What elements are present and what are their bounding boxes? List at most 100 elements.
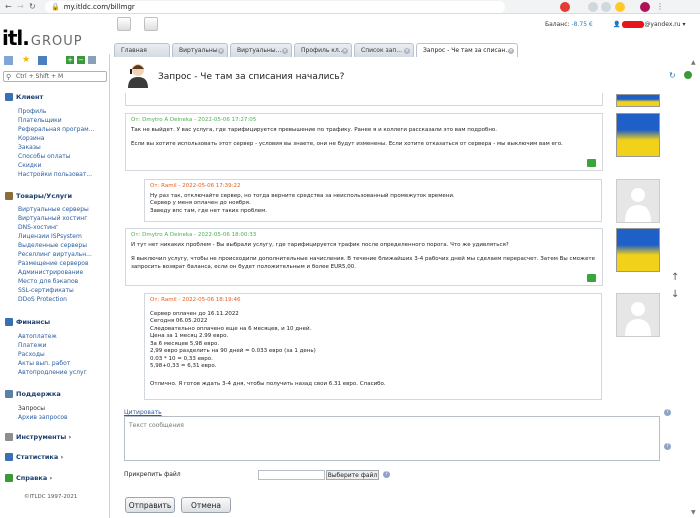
add-icon[interactable]: +	[66, 56, 74, 64]
help-icon[interactable]: ?	[664, 409, 671, 416]
extension-icon[interactable]	[615, 2, 625, 12]
search-placeholder: Ctrl + Shift + M	[16, 73, 64, 80]
section-support[interactable]: Поддержка	[5, 390, 61, 398]
tab-profile[interactable]: Профиль кл... ×	[294, 43, 352, 57]
attachment-icon[interactable]	[587, 159, 596, 167]
sidebar-item-autorenew[interactable]: Автопродление услуг	[18, 369, 87, 376]
sidebar-item-requests[interactable]: Запросы	[18, 405, 45, 412]
extension-icon[interactable]	[588, 2, 598, 12]
home-button[interactable]	[117, 17, 131, 31]
user-icon: 👤	[613, 21, 621, 28]
scroll-up-arrow-icon[interactable]: ▲	[691, 59, 696, 66]
close-icon[interactable]: ×	[282, 48, 288, 54]
tools-icon[interactable]	[88, 56, 96, 64]
search-input[interactable]: ⚲ Ctrl + Shift + M	[3, 71, 107, 82]
section-help[interactable]: Справка ›	[5, 474, 52, 482]
forward-icon[interactable]: →	[17, 2, 24, 12]
message-line: И тут нет никаких проблем - Вы выбрали у…	[131, 241, 509, 248]
sidebar-item-orders[interactable]: Заказы	[18, 144, 41, 151]
book-icon[interactable]	[38, 56, 47, 65]
message-line: 5,98+0,33 = 6,31 евро.	[150, 363, 217, 369]
sidebar-item-user-settings[interactable]: Настройки пользоват...	[18, 171, 92, 178]
section-tools[interactable]: Инструменты ›	[5, 433, 71, 441]
extension-icon[interactable]	[560, 2, 570, 12]
tab-ticket[interactable]: Запрос - Че там за списан... ×	[416, 43, 518, 58]
help-icon[interactable]: ?	[383, 471, 390, 478]
sidebar-item-requests-archive[interactable]: Архив запросов	[18, 414, 68, 421]
section-title: Товары/Услуги	[16, 192, 73, 200]
attachment-icon[interactable]	[587, 274, 596, 282]
sidebar-item-colocation[interactable]: Размещение серверов	[18, 260, 89, 267]
close-icon[interactable]: ×	[508, 48, 514, 54]
cite-link[interactable]: Цитировать	[124, 409, 162, 416]
sidebar-item-discounts[interactable]: Скидки	[18, 162, 41, 169]
logo-text: itl.	[2, 26, 30, 50]
message-line: Ну раз так, отключайте сервер, но тогда …	[150, 192, 455, 199]
sidebar-item-expenses[interactable]: Расходы	[18, 351, 45, 358]
sidebar-item-payers[interactable]: Плательщики	[18, 117, 62, 124]
sidebar-item-autopay[interactable]: Автоплатеж	[18, 333, 57, 340]
address-bar[interactable]: 🔒 my.itldc.com/billmgr	[45, 1, 505, 13]
remove-icon[interactable]: −	[77, 56, 85, 64]
cancel-button[interactable]: Отмена	[181, 497, 231, 513]
message-line: За 6 месяцев 5,98 евро.	[150, 340, 220, 347]
close-icon[interactable]: ×	[404, 48, 410, 54]
sidebar-item-dedicated[interactable]: Выделенные серверы	[18, 242, 87, 249]
finance-icon	[5, 318, 13, 326]
message-header: От: Dmytro A Deineka - 2022-05-06 17:27:…	[131, 117, 257, 123]
section-title: Статистика ›	[16, 453, 64, 461]
sidebar-item-ssl[interactable]: SSL-сертификаты	[18, 287, 74, 294]
close-icon[interactable]: ×	[342, 48, 348, 54]
sidebar-item-profile[interactable]: Профиль	[18, 108, 46, 115]
section-statistics[interactable]: Статистика ›	[5, 453, 63, 461]
page-scrollbar[interactable]: ▲ ▼	[690, 59, 698, 518]
tab-vps-1[interactable]: Виртуальны... ×	[172, 43, 228, 57]
scroll-down-icon[interactable]: ↓	[671, 289, 679, 300]
submit-button[interactable]: Отправить	[125, 497, 175, 513]
tab-home[interactable]: Главная	[114, 43, 170, 57]
sidebar-item-backup[interactable]: Место для бэкапов	[18, 278, 78, 285]
message-textarea[interactable]: Текст сообщения	[124, 416, 660, 461]
scroll-down-arrow-icon[interactable]: ▼	[691, 509, 696, 516]
message-line: 2,99 евро разделить на 90 дней = 0.033 е…	[150, 348, 316, 354]
sidebar-item-reselling[interactable]: Реселлинг виртуальн...	[18, 251, 92, 258]
sidebar-item-cart[interactable]: Корзина	[18, 135, 44, 142]
alert-button[interactable]	[144, 17, 158, 31]
section-client[interactable]: Клиент	[5, 93, 43, 101]
message-line: запросить возврат баланса, если он будет…	[131, 263, 356, 270]
sidebar-item-acts[interactable]: Акты вып. работ	[18, 360, 70, 367]
tab-requests[interactable]: Список зап... ×	[354, 43, 414, 57]
message-line: Заведу впс там, где нет таких проблем.	[150, 207, 268, 214]
help-icon[interactable]: ?	[664, 443, 671, 450]
section-title: Инструменты ›	[16, 433, 72, 441]
star-icon[interactable]: ★	[22, 56, 30, 65]
sidebar-item-licenses[interactable]: Лицензии ISPsystem	[18, 233, 82, 240]
section-title: Поддержка	[16, 390, 61, 398]
extensions-puzzle-icon[interactable]	[601, 2, 611, 12]
sidebar-item-administration[interactable]: Администрирование	[18, 269, 83, 276]
sidebar-item-ddos[interactable]: DDoS Protection	[18, 296, 67, 303]
close-icon[interactable]: ×	[218, 48, 224, 54]
file-input[interactable]	[258, 470, 325, 480]
statistics-icon	[5, 453, 13, 461]
grid-icon[interactable]	[4, 56, 13, 65]
section-products[interactable]: Товары/Услуги	[5, 192, 72, 200]
user-menu[interactable]: 👤 @yandex.ru ▾	[613, 21, 686, 28]
choose-file-button[interactable]: Выберите файл	[326, 470, 379, 480]
message-line	[131, 134, 597, 141]
sidebar-item-referral[interactable]: Реферальная програм...	[18, 126, 94, 133]
menu-icon[interactable]: ⋮	[656, 2, 664, 12]
back-icon[interactable]: ←	[5, 2, 12, 12]
sidebar-item-payment-methods[interactable]: Способы оплаты	[18, 153, 70, 160]
tab-vps-2[interactable]: Виртуальны... ×	[230, 43, 292, 57]
sidebar-item-hosting[interactable]: Виртуальный хостинг	[18, 215, 87, 222]
reload-icon[interactable]: ↻	[29, 2, 36, 12]
sidebar-item-payments[interactable]: Платежи	[18, 342, 47, 349]
sidebar-item-vps[interactable]: Виртуальные серверы	[18, 206, 89, 213]
sidebar-item-dns[interactable]: DNS-хостинг	[18, 224, 58, 231]
section-finance[interactable]: Финансы	[5, 318, 50, 326]
profile-avatar-icon[interactable]	[640, 2, 650, 12]
scroll-up-icon[interactable]: ↑	[671, 272, 679, 283]
refresh-icon[interactable]: ↻	[669, 71, 676, 80]
message-header: От: Ramil - 2022-05-06 17:39:22	[150, 183, 241, 189]
